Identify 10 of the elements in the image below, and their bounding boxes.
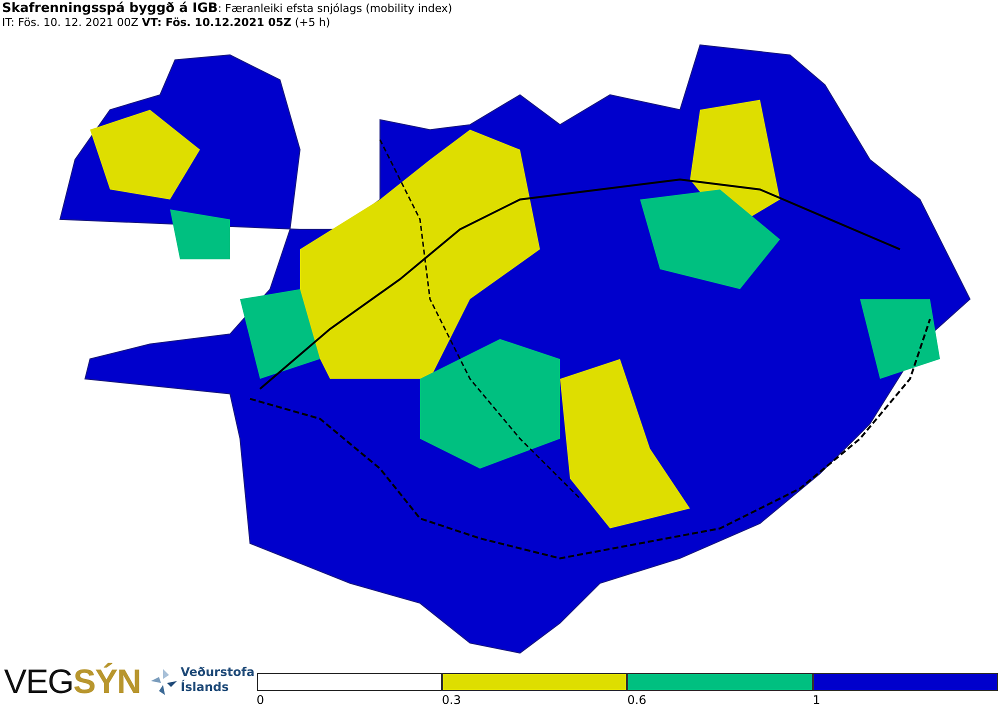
institute-name: Íslands: [180, 680, 230, 695]
forecast-time: IT: Fös. 10. 12. 2021 00Z VT: Fös. 10.12.2021 05Z (+5 h): [2, 16, 332, 30]
institute-name: Veðurstofa: [180, 665, 255, 680]
legend-tick-label: 0: [256, 693, 264, 707]
arrows-logo-icon: [148, 667, 179, 697]
legend-tick-label: 0.6: [627, 693, 646, 707]
legend-tick-label: 0.3: [442, 693, 461, 707]
legend-tick-label: 1: [812, 693, 820, 707]
vegsyn-logo: VEGSÝN: [4, 665, 141, 699]
map-title: Skafrenningsspá byggð á IGB: Færanleiki efsta snjólags (mobility index): [2, 2, 454, 16]
